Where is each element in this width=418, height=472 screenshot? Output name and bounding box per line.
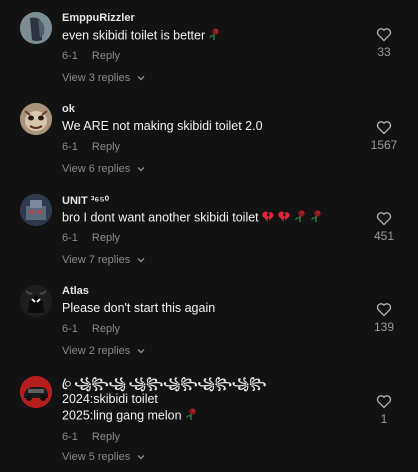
comment-text-line: 2024:skibidi toilet (62, 392, 158, 406)
like-button[interactable]: 33 (364, 27, 404, 59)
comment-date: 6-1 (62, 141, 78, 153)
view-replies-label: View 6 replies (62, 163, 131, 175)
comment-text: even skibidi toilet is better (62, 27, 221, 45)
broken-heart-emoji-icon (277, 210, 291, 227)
view-replies-button[interactable]: View 6 replies (62, 163, 146, 175)
broken-heart-emoji-icon (261, 210, 275, 227)
avatar[interactable] (20, 285, 52, 317)
wilted-rose-emoji-icon (309, 209, 323, 227)
chevron-down-icon (136, 452, 146, 462)
reply-button[interactable]: Reply (92, 50, 120, 62)
comment-text: We ARE not making skibidi toilet 2.0 (62, 119, 263, 133)
comment-meta: 6-1 Reply (62, 50, 120, 62)
avatar[interactable] (20, 12, 52, 44)
view-replies-label: View 2 replies (62, 345, 131, 357)
comment-meta: 6-1 Reply (62, 141, 120, 153)
like-button[interactable]: 1567 (364, 120, 404, 152)
like-count: 139 (373, 320, 395, 334)
username[interactable]: EmppuRizzler (62, 12, 135, 24)
reply-button[interactable]: Reply (92, 323, 120, 335)
view-replies-button[interactable]: View 3 replies (62, 72, 146, 84)
reply-button[interactable]: Reply (92, 232, 120, 244)
heart-outline-icon (376, 28, 392, 42)
avatar[interactable] (20, 103, 52, 135)
view-replies-button[interactable]: View 5 replies (62, 451, 146, 463)
chevron-down-icon (136, 346, 146, 356)
view-replies-label: View 5 replies (62, 451, 131, 463)
view-replies-label: View 7 replies (62, 254, 131, 266)
avatar[interactable] (20, 194, 52, 226)
comment-date: 6-1 (62, 323, 78, 335)
like-button[interactable]: 1 (364, 394, 404, 426)
heart-outline-icon (376, 121, 392, 135)
chevron-down-icon (136, 73, 146, 83)
comment-meta: 6-1 Reply (62, 323, 120, 335)
username[interactable]: Atlas (62, 285, 89, 297)
avatar[interactable] (20, 376, 52, 408)
like-button[interactable]: 139 (364, 302, 404, 334)
chevron-down-icon (136, 164, 146, 174)
comment-date: 6-1 (62, 50, 78, 62)
comment-text-content: bro I dont want another skibidi toilet (62, 210, 259, 225)
username[interactable]: UNIT ³⁶⁵⁰ (62, 194, 109, 207)
comment-meta: 6-1 Reply (62, 232, 120, 244)
comment-text: 2024:skibidi toilet 2025:ling gang melon (62, 391, 198, 425)
chevron-down-icon (136, 255, 146, 265)
comment-text: bro I dont want another skibidi toilet (62, 209, 323, 227)
like-count: 451 (373, 229, 395, 243)
like-count: 1 (380, 412, 388, 426)
comment-text-line-2: 2025:ling gang melon (62, 407, 198, 425)
comment-meta: 6-1 Reply (62, 431, 120, 443)
wilted-rose-emoji-icon (293, 209, 307, 227)
comment-date: 6-1 (62, 232, 78, 244)
view-replies-button[interactable]: View 2 replies (62, 345, 146, 357)
comment-text-content: even skibidi toilet is better (62, 28, 206, 43)
wilted-rose-emoji-icon (184, 407, 198, 425)
like-count: 1567 (370, 138, 398, 152)
username[interactable]: ok (62, 103, 75, 115)
wilted-rose-emoji-icon (207, 27, 221, 45)
comment-text-content: 2025:ling gang melon (62, 408, 182, 423)
view-replies-button[interactable]: View 7 replies (62, 254, 146, 266)
view-replies-label: View 3 replies (62, 72, 131, 84)
like-button[interactable]: 451 (364, 211, 404, 243)
heart-outline-icon (376, 212, 392, 226)
reply-button[interactable]: Reply (92, 431, 120, 443)
heart-outline-icon (376, 395, 392, 409)
like-count: 33 (377, 45, 391, 59)
reply-button[interactable]: Reply (92, 141, 120, 153)
comment-date: 6-1 (62, 431, 78, 443)
heart-outline-icon (376, 303, 392, 317)
comment-text: Please don't start this again (62, 301, 216, 315)
